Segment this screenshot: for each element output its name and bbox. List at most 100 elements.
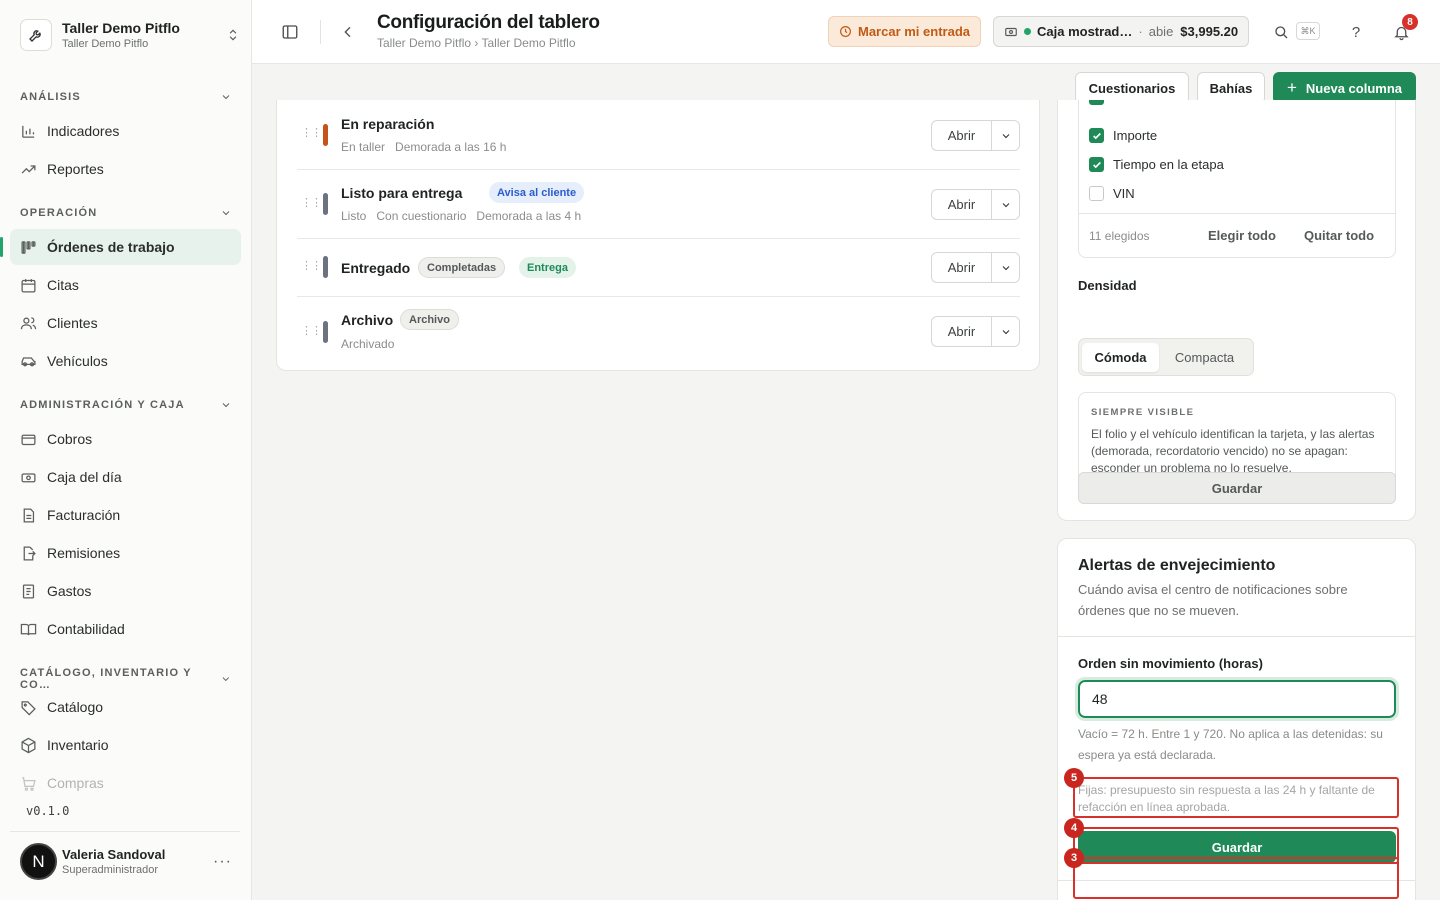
back-icon[interactable] xyxy=(336,20,360,44)
chevron-up-down-icon xyxy=(229,29,237,41)
field-option[interactable]: Tiempo en la etapa xyxy=(1089,157,1224,172)
columns-card: ⋮⋮ En reparación En taller Demorada a las… xyxy=(276,100,1040,371)
cash-separator: · xyxy=(1138,24,1143,39)
help-icon[interactable]: ? xyxy=(1346,21,1366,43)
column-meta: En taller Demorada a las 16 h xyxy=(341,140,516,154)
search-icon[interactable] xyxy=(1271,22,1291,42)
meta-item: Archivado xyxy=(341,337,395,351)
chevron-down-icon xyxy=(222,403,230,408)
open-button[interactable]: Abrir xyxy=(932,253,992,282)
top-header: Configuración del tablero Taller Demo Pi… xyxy=(252,0,1440,64)
sidebar-item-label: Citas xyxy=(47,277,79,293)
open-button[interactable]: Abrir xyxy=(932,317,992,346)
avatar: N xyxy=(20,843,57,880)
density-option-comfortable[interactable]: Cómoda xyxy=(1082,342,1160,372)
section-administracion[interactable]: ADMINISTRACIÓN Y CAJA xyxy=(20,399,232,411)
column-name: Entregado xyxy=(341,260,411,276)
sidebar-item-catalogo[interactable]: Catálogo xyxy=(10,689,241,725)
checkbox-checked-icon[interactable] xyxy=(1089,128,1104,143)
bar-chart-icon xyxy=(20,123,37,140)
meta-item: Listo xyxy=(341,209,367,223)
cash-icon xyxy=(1005,27,1017,36)
chevron-down-icon[interactable] xyxy=(992,317,1019,346)
column-name: Listo para entrega xyxy=(341,185,463,201)
drag-handle-icon[interactable]: ⋮⋮ xyxy=(301,261,322,272)
column-row: ⋮⋮ En reparación En taller Demorada a las… xyxy=(297,100,1020,170)
density-option-compact[interactable]: Compacta xyxy=(1159,343,1250,372)
sidebar-item-label: Gastos xyxy=(47,583,92,599)
field-option[interactable]: Importe xyxy=(1089,128,1157,143)
notify-client-tag: Avisa al cliente xyxy=(489,182,585,203)
chevron-down-icon[interactable] xyxy=(992,121,1019,150)
sidebar-item-cobros[interactable]: Cobros xyxy=(10,421,241,457)
sidebar-item-contabilidad[interactable]: Contabilidad xyxy=(10,611,241,647)
select-all-button[interactable]: Elegir todo xyxy=(1208,228,1276,243)
clear-all-button[interactable]: Quitar todo xyxy=(1304,228,1374,243)
sidebar-item-citas[interactable]: Citas xyxy=(10,267,241,303)
drag-handle-icon[interactable]: ⋮⋮ xyxy=(301,326,322,337)
cash-register-icon xyxy=(20,469,37,486)
app-version: v0.1.0 xyxy=(26,804,70,818)
workspace-switcher[interactable]: Taller Demo Pitflo Taller Demo Pitflo xyxy=(20,17,240,53)
sidebar-item-remisiones[interactable]: Remisiones xyxy=(10,535,241,571)
sidebar-toggle-icon[interactable] xyxy=(278,20,302,44)
sidebar-item-ordenes[interactable]: Órdenes de trabajo xyxy=(0,229,241,265)
save-button[interactable]: Guardar xyxy=(1078,472,1396,504)
column-row: ⋮⋮ Entregado Completadas Entrega Abrir xyxy=(297,239,1020,297)
cash-amount: $3,995.20 xyxy=(1180,24,1239,39)
hours-field-label: Orden sin movimiento (horas) xyxy=(1078,656,1263,671)
section-analisis[interactable]: ANÁLISIS xyxy=(20,91,232,103)
annotation-box xyxy=(1073,777,1399,818)
user-name: Valeria Sandoval xyxy=(62,847,166,862)
section-operacion[interactable]: OPERACIÓN xyxy=(20,207,232,219)
sidebar-item-vehiculos[interactable]: Vehículos xyxy=(10,343,241,379)
notification-badge: 8 xyxy=(1402,14,1418,30)
open-button[interactable]: Abrir xyxy=(932,190,992,219)
column-name: Archivo xyxy=(341,312,394,328)
hours-input[interactable] xyxy=(1075,677,1399,721)
kanban-icon xyxy=(20,239,37,256)
column-color-bar xyxy=(323,193,328,215)
sidebar-item-inventario[interactable]: Inventario xyxy=(10,727,241,763)
sidebar-item-label: Inventario xyxy=(47,737,109,753)
checkbox-checked-icon[interactable] xyxy=(1089,157,1104,172)
chevron-down-icon xyxy=(222,211,230,216)
sidebar-item-caja[interactable]: Caja del día xyxy=(10,459,241,495)
checkbox-unchecked-icon[interactable] xyxy=(1089,186,1104,201)
divider xyxy=(1079,213,1395,214)
open-split-button: Abrir xyxy=(931,316,1020,347)
chevron-down-icon[interactable] xyxy=(992,253,1019,282)
sidebar-item-compras[interactable]: Compras xyxy=(10,765,241,801)
sidebar-item-clientes[interactable]: Clientes xyxy=(10,305,241,341)
drag-handle-icon[interactable]: ⋮⋮ xyxy=(301,128,322,139)
sidebar-item-facturacion[interactable]: Facturación xyxy=(10,497,241,533)
user-menu[interactable]: N Valeria Sandoval Superadministrador ··… xyxy=(10,831,240,891)
field-option[interactable]: VIN xyxy=(1089,186,1135,201)
sidebar-item-gastos[interactable]: Gastos xyxy=(10,573,241,609)
sidebar-item-label: Reportes xyxy=(47,161,104,177)
column-meta: Archivado xyxy=(341,337,404,351)
column-color-bar xyxy=(323,321,328,343)
open-split-button: Abrir xyxy=(931,120,1020,151)
annotation-marker: 5 xyxy=(1064,768,1084,788)
annotation-marker: 3 xyxy=(1064,848,1084,868)
workspace-subtitle: Taller Demo Pitflo xyxy=(62,38,149,50)
section-label: ANÁLISIS xyxy=(20,91,81,103)
sidebar-item-reportes[interactable]: Reportes xyxy=(10,151,241,187)
section-catalogo[interactable]: CATÁLOGO, INVENTARIO Y CO… xyxy=(20,667,232,691)
sidebar-item-indicadores[interactable]: Indicadores xyxy=(10,113,241,149)
sidebar: Taller Demo Pitflo Taller Demo Pitflo AN… xyxy=(0,0,252,900)
chevron-down-icon[interactable] xyxy=(992,190,1019,219)
clock-in-button[interactable]: Marcar mi entrada xyxy=(828,16,981,47)
plus-icon: + xyxy=(1286,78,1297,97)
wrench-icon xyxy=(20,19,52,51)
cart-icon xyxy=(20,775,37,792)
open-button[interactable]: Abrir xyxy=(932,121,992,150)
more-icon[interactable]: ··· xyxy=(213,853,232,871)
completed-tag: Completadas xyxy=(418,257,506,278)
field-option-label: VIN xyxy=(1113,186,1135,201)
drag-handle-icon[interactable]: ⋮⋮ xyxy=(301,198,322,209)
invoice-icon xyxy=(20,507,37,524)
cash-register-selector[interactable]: Caja mostrad… · abie $3,995.20 xyxy=(993,16,1249,47)
column-color-bar xyxy=(323,256,328,278)
